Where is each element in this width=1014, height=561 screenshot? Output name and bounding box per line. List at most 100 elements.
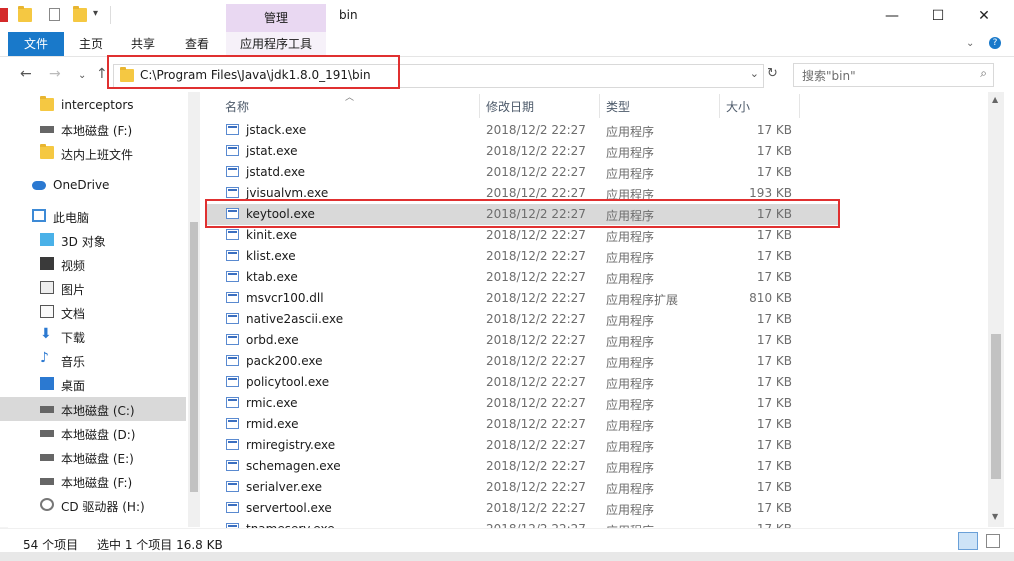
file-row[interactable]: native2ascii.exe 2018/12/2 22:27 应用程序 17 KB <box>206 309 840 330</box>
file-date: 2018/12/2 22:27 <box>486 438 586 452</box>
search-input[interactable]: 搜索"bin" ⌕ <box>793 63 994 87</box>
sidebar-item-cd-drive[interactable]: CD 驱动器 (H:) <box>0 493 186 517</box>
details-view-icon[interactable] <box>958 532 978 550</box>
sidebar-item-label: 达内上班文件 <box>61 148 134 162</box>
tab-view[interactable]: 查看 <box>182 32 212 56</box>
sidebar-item-desktop[interactable]: 桌面 <box>0 372 186 396</box>
column-header-size[interactable]: 大小 <box>726 98 750 115</box>
file-row[interactable]: rmid.exe 2018/12/2 22:27 应用程序 17 KB <box>206 414 840 435</box>
file-row[interactable]: policytool.exe 2018/12/2 22:27 应用程序 17 KB <box>206 372 840 393</box>
sidebar-item-label: CD 驱动器 (H:) <box>61 500 145 514</box>
scroll-down-icon[interactable]: ▼ <box>992 512 998 521</box>
drive-icon <box>40 478 54 485</box>
file-name: serialver.exe <box>246 480 323 494</box>
sidebar-item-pictures[interactable]: 图片 <box>0 276 186 300</box>
file-row[interactable]: rmiregistry.exe 2018/12/2 22:27 应用程序 17 KB <box>206 435 840 456</box>
properties-icon[interactable] <box>49 8 60 21</box>
file-row[interactable]: kinit.exe 2018/12/2 22:27 应用程序 17 KB <box>206 225 840 246</box>
file-row[interactable]: jstatd.exe 2018/12/2 22:27 应用程序 17 KB <box>206 162 840 183</box>
file-name: rmiregistry.exe <box>246 438 336 452</box>
file-size: 193 KB <box>749 186 792 200</box>
manage-tab-label[interactable]: 管理 <box>226 9 326 26</box>
file-row[interactable]: rmic.exe 2018/12/2 22:27 应用程序 17 KB <box>206 393 840 414</box>
file-size: 17 KB <box>756 438 792 452</box>
column-divider[interactable] <box>719 94 720 118</box>
file-row[interactable]: jstack.exe 2018/12/2 22:27 应用程序 17 KB <box>206 120 840 141</box>
sidebar-item-label: 本地磁盘 (F:) <box>61 476 133 490</box>
column-header-type[interactable]: 类型 <box>606 98 630 115</box>
forward-arrow-icon[interactable]: → <box>49 66 61 82</box>
file-row[interactable]: klist.exe 2018/12/2 22:27 应用程序 17 KB <box>206 246 840 267</box>
column-divider[interactable] <box>479 94 480 118</box>
video-icon <box>40 257 54 270</box>
address-dropdown-icon[interactable]: ⌄ <box>750 67 759 80</box>
file-row[interactable]: ktab.exe 2018/12/2 22:27 应用程序 17 KB <box>206 267 840 288</box>
large-icons-view-icon[interactable] <box>986 534 1000 548</box>
file-icon <box>226 334 239 345</box>
tab-share[interactable]: 共享 <box>128 32 158 56</box>
navigation-scrollbar-thumb[interactable] <box>190 222 198 492</box>
file-size: 17 KB <box>756 501 792 515</box>
file-size: 17 KB <box>756 144 792 158</box>
help-icon[interactable]: ? <box>989 37 1001 49</box>
file-type: 应用程序 <box>606 377 655 391</box>
tab-home[interactable]: 主页 <box>76 32 106 56</box>
file-date: 2018/12/2 22:27 <box>486 165 586 179</box>
close-button[interactable]: ✕ <box>961 0 1007 32</box>
sidebar-item-documents[interactable]: 文档 <box>0 300 186 324</box>
sidebar-item-downloads[interactable]: ⬇ 下载 <box>0 324 186 348</box>
file-row[interactable]: orbd.exe 2018/12/2 22:27 应用程序 17 KB <box>206 330 840 351</box>
refresh-icon[interactable]: ↻ <box>767 66 778 81</box>
file-name: jstack.exe <box>246 123 307 137</box>
download-icon: ⬇ <box>40 326 52 342</box>
file-row[interactable]: schemagen.exe 2018/12/2 22:27 应用程序 17 KB <box>206 456 840 477</box>
file-name: ktab.exe <box>246 270 298 284</box>
sidebar-item-drive-f[interactable]: 本地磁盘 (F:) <box>0 117 186 141</box>
file-icon <box>226 229 239 240</box>
chevron-down-icon[interactable]: ⌄ <box>966 38 974 49</box>
file-row[interactable]: pack200.exe 2018/12/2 22:27 应用程序 17 KB <box>206 351 840 372</box>
column-header-date[interactable]: 修改日期 <box>486 98 534 115</box>
file-icon <box>226 439 239 450</box>
sidebar-item-drive-d[interactable]: 本地磁盘 (D:) <box>0 421 186 445</box>
sidebar-item-videos[interactable]: 视频 <box>0 252 186 276</box>
maximize-button[interactable]: ☐ <box>915 0 961 32</box>
file-name: rmid.exe <box>246 417 299 431</box>
up-arrow-icon[interactable]: ↑ <box>96 66 108 82</box>
sidebar-item-drive-e[interactable]: 本地磁盘 (E:) <box>0 445 186 469</box>
sidebar-item-interceptors[interactable]: interceptors <box>0 93 186 117</box>
back-arrow-icon[interactable]: ← <box>20 66 32 82</box>
file-size: 17 KB <box>756 228 792 242</box>
sidebar-item-drive-c[interactable]: 本地磁盘 (C:) <box>0 397 186 421</box>
folder-icon[interactable] <box>18 6 32 22</box>
file-list-scrollbar-thumb[interactable] <box>991 334 1001 479</box>
file-row[interactable]: jstat.exe 2018/12/2 22:27 应用程序 17 KB <box>206 141 840 162</box>
sidebar-item-label: interceptors <box>61 98 134 112</box>
file-icon <box>226 166 239 177</box>
file-name: msvcr100.dll <box>246 291 324 305</box>
column-divider[interactable] <box>799 94 800 118</box>
file-size: 17 KB <box>756 459 792 473</box>
sidebar-item-3d-objects[interactable]: 3D 对象 <box>0 228 186 252</box>
sidebar-item-music[interactable]: ♪ 音乐 <box>0 348 186 372</box>
tab-file[interactable]: 文件 <box>8 32 64 56</box>
new-folder-icon[interactable] <box>73 6 87 22</box>
scroll-up-icon[interactable]: ▲ <box>992 95 998 104</box>
file-row[interactable]: msvcr100.dll 2018/12/2 22:27 应用程序扩展 810 KB <box>206 288 840 309</box>
tab-application-tools[interactable]: 应用程序工具 <box>226 32 326 56</box>
sidebar-item-this-pc[interactable]: 此电脑 <box>0 204 186 228</box>
recent-chevron-icon[interactable]: ⌄ <box>78 70 86 81</box>
sidebar-item-work-files[interactable]: 达内上班文件 <box>0 141 186 165</box>
sidebar-item-onedrive[interactable]: OneDrive <box>0 173 186 197</box>
sidebar-item-drive-f2[interactable]: 本地磁盘 (F:) <box>0 469 186 493</box>
search-icon[interactable]: ⌕ <box>980 66 987 81</box>
sidebar-item-label: 图片 <box>61 283 86 297</box>
file-row[interactable]: servertool.exe 2018/12/2 22:27 应用程序 17 KB <box>206 498 840 519</box>
customize-quick-access-icon[interactable]: ▾ <box>93 8 98 19</box>
column-header-name[interactable]: 名称 <box>225 98 249 115</box>
column-divider[interactable] <box>599 94 600 118</box>
file-row[interactable]: serialver.exe 2018/12/2 22:27 应用程序 17 KB <box>206 477 840 498</box>
file-list: jstack.exe 2018/12/2 22:27 应用程序 17 KB jstat.… <box>206 120 986 530</box>
minimize-button[interactable]: — <box>869 0 915 32</box>
file-type: 应用程序 <box>606 461 655 475</box>
